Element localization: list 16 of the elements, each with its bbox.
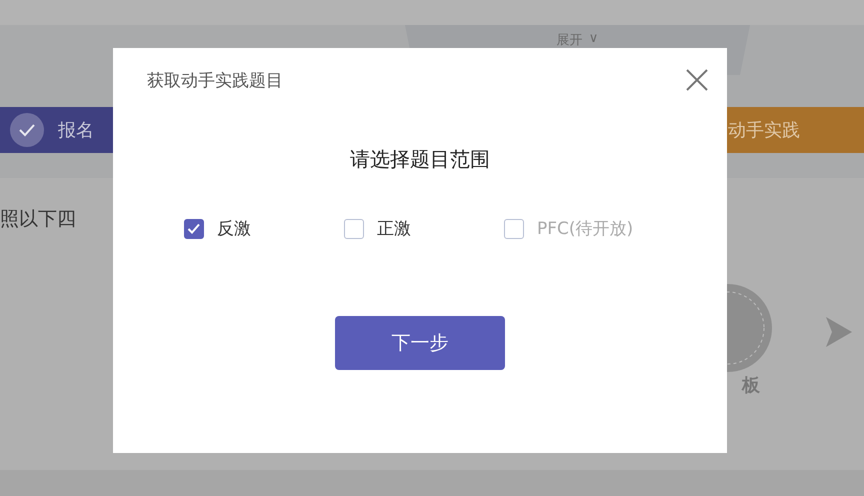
check-icon <box>10 113 44 147</box>
checkbox-option[interactable]: 反激 <box>184 217 344 240</box>
caret-icon: ∨ <box>588 31 598 49</box>
next-button[interactable]: 下一步 <box>335 316 505 370</box>
checkbox[interactable] <box>184 218 204 238</box>
step-label: 报名 <box>58 119 94 142</box>
checkbox[interactable] <box>344 218 364 238</box>
close-icon <box>685 68 709 92</box>
arrow-icon[interactable] <box>826 317 852 347</box>
badge-label: 板 <box>742 374 760 397</box>
step-label: 动手实践 <box>728 119 800 142</box>
dialog-title: 获取动手实践题目 <box>147 70 283 92</box>
checkbox-option[interactable]: 正激 <box>344 217 504 240</box>
intro-text: 照以下四 <box>0 207 76 232</box>
dialog-heading: 请选择题目范围 <box>350 146 490 173</box>
close-button[interactable] <box>685 68 709 92</box>
